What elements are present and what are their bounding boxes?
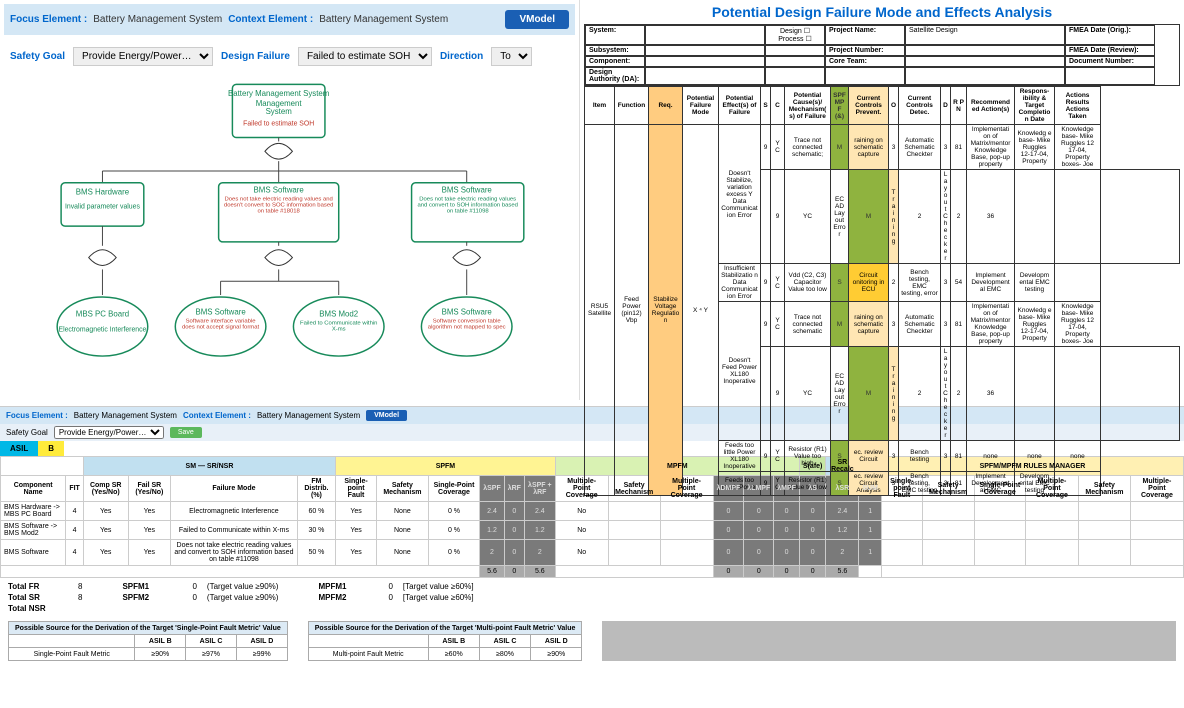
direction-label: Direction	[440, 51, 483, 62]
root-title: Battery Management System	[228, 89, 330, 98]
svg-text:Invalid parameter values: Invalid parameter values	[65, 203, 140, 210]
fmea-header-grid: System:Design ☐ Process ☐Project Name:Sa…	[584, 24, 1180, 86]
safety-goal-select[interactable]: Provide Energy/Power…	[73, 47, 213, 66]
src-table-spf: Possible Source for the Derivation of th…	[8, 621, 288, 661]
context-value: Battery Management System	[319, 14, 448, 25]
design-failure-select[interactable]: Failed to estimate SOH	[298, 47, 432, 66]
filter-bar: Safety Goal Provide Energy/Power… Design…	[4, 43, 575, 70]
svg-text:BMS Software: BMS Software	[254, 186, 305, 195]
bottom-sg-select[interactable]: Provide Energy/Power…	[54, 426, 164, 439]
svg-text:Electromagnetic Interference: Electromagnetic Interference	[58, 326, 146, 333]
svg-text:System: System	[266, 107, 293, 116]
focus-label: Focus Element :	[10, 14, 87, 25]
focus-context-bar: Focus Element : Battery Management Syste…	[4, 4, 575, 35]
totals-panel: Total FR8 Total SR8 Total NSR SPFM10(Tar…	[0, 578, 1184, 617]
src-table-mpf: Possible Source for the Derivation of th…	[308, 621, 583, 661]
fault-tree-diagram: Battery Management System ManagementSyst…	[4, 78, 575, 388]
svg-text:MBS PC Board: MBS PC Board	[76, 310, 129, 319]
fmea-title: Potential Design Failure Mode and Effect…	[584, 4, 1180, 20]
svg-text:BMS Software: BMS Software	[195, 308, 246, 317]
context-label: Context Element :	[228, 14, 313, 25]
design-failure-label: Design Failure	[221, 51, 290, 62]
metric-row: BMS Hardware -> MBS PC Board4YesYesElect…	[1, 502, 1184, 521]
fmea-table: Item FunctionReq. Potential Failure Mode…	[584, 86, 1180, 496]
bottom-vmodel-button[interactable]: VModel	[366, 410, 407, 421]
fmea-row: RSU5 SatelliteFeed Power (pin12) VbpStab…	[585, 125, 1180, 170]
vmodel-button[interactable]: VModel	[505, 10, 569, 29]
metric-row: BMS Software -> BMS Mod24YesYesFailed to…	[1, 521, 1184, 540]
metric-row: BMS Software4YesYesDoes not take electri…	[1, 540, 1184, 566]
svg-text:BMS Software: BMS Software	[442, 308, 493, 317]
svg-text:BMS Hardware: BMS Hardware	[76, 188, 130, 197]
source-tables: Possible Source for the Derivation of th…	[0, 617, 1184, 665]
safety-goal-label: Safety Goal	[10, 51, 65, 62]
direction-select[interactable]: To	[491, 47, 532, 66]
focus-value: Battery Management System	[93, 14, 222, 25]
svg-text:BMS Mod2: BMS Mod2	[319, 310, 358, 319]
root-failure: Failed to estimate SOH	[243, 121, 314, 128]
save-button[interactable]: Save	[170, 427, 202, 438]
svg-text:BMS Software: BMS Software	[442, 186, 493, 195]
